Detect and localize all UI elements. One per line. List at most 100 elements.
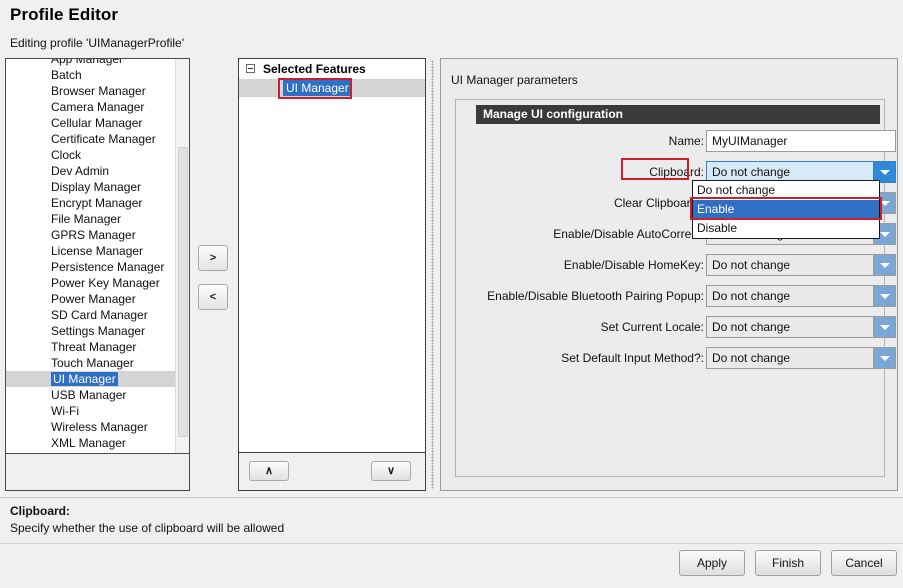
feature-list-item-label: Encrypt Manager <box>51 196 143 210</box>
parameters-panel-title: UI Manager parameters <box>451 73 578 87</box>
tree-child-label: UI Manager <box>283 80 352 96</box>
finish-button[interactable]: Finish <box>755 550 821 576</box>
parameter-control: Do not change <box>706 254 896 276</box>
feature-list-item[interactable]: License Manager <box>6 243 176 259</box>
dropdown-option[interactable]: Do not change <box>693 181 879 200</box>
description-divider <box>0 497 903 498</box>
parameter-row: Enable/Disable HomeKey: Do not change <box>456 252 896 283</box>
feature-list-item[interactable]: Power Key Manager <box>6 275 176 291</box>
parameter-label: Set Default Input Method?: <box>561 351 704 365</box>
parameter-row: Name: MyUIManager <box>456 128 896 159</box>
parameter-combobox[interactable]: Do not change <box>706 347 896 369</box>
feature-list-item[interactable]: Settings Manager <box>6 323 176 339</box>
chevron-down-icon[interactable] <box>873 162 895 182</box>
splitter-grip-icon <box>431 60 434 489</box>
feature-list-item-label: Clock <box>51 148 82 162</box>
remove-feature-button[interactable]: < <box>198 284 228 310</box>
feature-list-item-label: SD Card Manager <box>51 308 148 322</box>
feature-list-item[interactable]: Clock <box>6 147 176 163</box>
feature-list-item-label: Certificate Manager <box>51 132 156 146</box>
feature-list-item[interactable]: USB Manager <box>6 387 176 403</box>
feature-list-item-label: Touch Manager <box>51 356 134 370</box>
feature-list-item-label: License Manager <box>51 244 144 258</box>
feature-list-item[interactable]: Wi-Fi <box>6 403 176 419</box>
feature-list-item[interactable]: File Manager <box>6 211 176 227</box>
scrollbar-thumb[interactable] <box>178 147 188 437</box>
feature-list-item-label: Batch <box>51 68 82 82</box>
parameter-row: Enable/Disable Bluetooth Pairing Popup: D… <box>456 283 896 314</box>
page-subtitle: Editing profile 'UIManagerProfile' <box>10 36 184 50</box>
feature-list-item-label: Settings Manager <box>51 324 146 338</box>
chevron-down-icon[interactable] <box>873 286 895 306</box>
feature-list-item[interactable]: Batch <box>6 67 176 83</box>
move-down-button[interactable]: ∨ <box>371 461 411 481</box>
feature-list-item[interactable]: Persistence Manager <box>6 259 176 275</box>
feature-list-item[interactable]: Power Manager <box>6 291 176 307</box>
feature-list-item[interactable]: Certificate Manager <box>6 131 176 147</box>
feature-list-item-label: Wireless Manager <box>51 420 148 434</box>
available-features-scrollbar[interactable] <box>175 59 189 453</box>
tree-child-node[interactable]: UI Manager <box>239 79 425 97</box>
feature-list-item-label: Wi-Fi <box>51 404 79 418</box>
feature-list-item-label: Persistence Manager <box>51 260 165 274</box>
move-up-button[interactable]: ∧ <box>249 461 289 481</box>
dropdown-option[interactable]: Enable <box>693 200 879 219</box>
feature-list-item[interactable]: Display Manager <box>6 179 176 195</box>
tree-root-label: Selected Features <box>263 62 366 76</box>
feature-list-item-label: USB Manager <box>51 388 127 402</box>
feature-list-item-label: XML Manager <box>51 436 126 450</box>
collapse-minus-icon[interactable] <box>246 64 255 73</box>
feature-list-item[interactable]: SD Card Manager <box>6 307 176 323</box>
add-feature-button[interactable]: > <box>198 245 228 271</box>
parameter-label: Clipboard: <box>649 165 704 179</box>
feature-list-item-label: UI Manager <box>51 372 118 386</box>
parameter-label: Enable/Disable HomeKey: <box>563 258 704 272</box>
feature-list-item[interactable]: Browser Manager <box>6 83 176 99</box>
parameter-combobox[interactable]: Do not change <box>706 316 896 338</box>
chevron-down-icon[interactable] <box>873 348 895 368</box>
feature-list-item[interactable]: Touch Manager <box>6 355 176 371</box>
parameters-form: Name: MyUIManager Clipboard: Do not change C… <box>456 128 896 376</box>
feature-list-item[interactable]: Camera Manager <box>6 99 176 115</box>
feature-list-item[interactable]: UI Manager <box>6 371 176 387</box>
feature-list-item-label: Display Manager <box>51 180 142 194</box>
feature-list-item[interactable]: XML Manager <box>6 435 176 451</box>
available-features-footer <box>6 454 189 490</box>
panel-splitter[interactable] <box>428 58 438 491</box>
parameter-label: Set Current Locale: <box>600 320 704 334</box>
feature-list-item-label: Threat Manager <box>51 340 137 354</box>
feature-list-item-label: Power Manager <box>51 292 136 306</box>
selected-features-tree[interactable]: Selected Features UI Manager <box>239 59 425 453</box>
feature-list-item[interactable]: Wireless Manager <box>6 419 176 435</box>
feature-list-item[interactable]: Dev Admin <box>6 163 176 179</box>
footer-divider <box>0 543 903 544</box>
feature-list-item-label: Power Key Manager <box>51 276 160 290</box>
tree-root-node[interactable]: Selected Features <box>239 59 425 79</box>
chevron-down-icon[interactable] <box>873 317 895 337</box>
cancel-button[interactable]: Cancel <box>831 550 897 576</box>
available-features-list[interactable]: App Manager Batch Browser Manager Camera Ma… <box>6 59 189 454</box>
parameter-control: Do not change <box>706 285 896 307</box>
feature-list-item[interactable]: Encrypt Manager <box>6 195 176 211</box>
feature-list-item[interactable]: Threat Manager <box>6 339 176 355</box>
feature-list-item[interactable]: Cellular Manager <box>6 115 176 131</box>
parameter-row: Set Default Input Method?: Do not change <box>456 345 896 376</box>
description-title: Clipboard: <box>10 504 70 518</box>
dropdown-option[interactable]: Disable <box>693 219 879 238</box>
name-input[interactable]: MyUIManager <box>706 130 896 152</box>
apply-button[interactable]: Apply <box>679 550 745 576</box>
clipboard-dropdown-list[interactable]: Do not change Enable Disable <box>692 180 880 239</box>
chevron-down-icon[interactable] <box>873 255 895 275</box>
feature-list-item[interactable]: App Manager <box>6 59 176 67</box>
group-header-label: Manage UI configuration <box>476 105 880 124</box>
parameter-combobox[interactable]: Do not change <box>706 285 896 307</box>
parameter-control: Do not change <box>706 316 896 338</box>
manage-ui-group: Manage UI configuration Name: MyUIManager… <box>455 99 896 477</box>
page-title: Profile Editor <box>10 5 119 24</box>
feature-list-item[interactable]: GPRS Manager <box>6 227 176 243</box>
parameter-row: Set Current Locale: Do not change <box>456 314 896 345</box>
transfer-buttons-column: > < <box>192 58 236 491</box>
parameter-label: Name: <box>668 134 704 148</box>
parameter-combobox[interactable]: Do not change <box>706 254 896 276</box>
description-body: Specify whether the use of clipboard wil… <box>10 521 285 535</box>
